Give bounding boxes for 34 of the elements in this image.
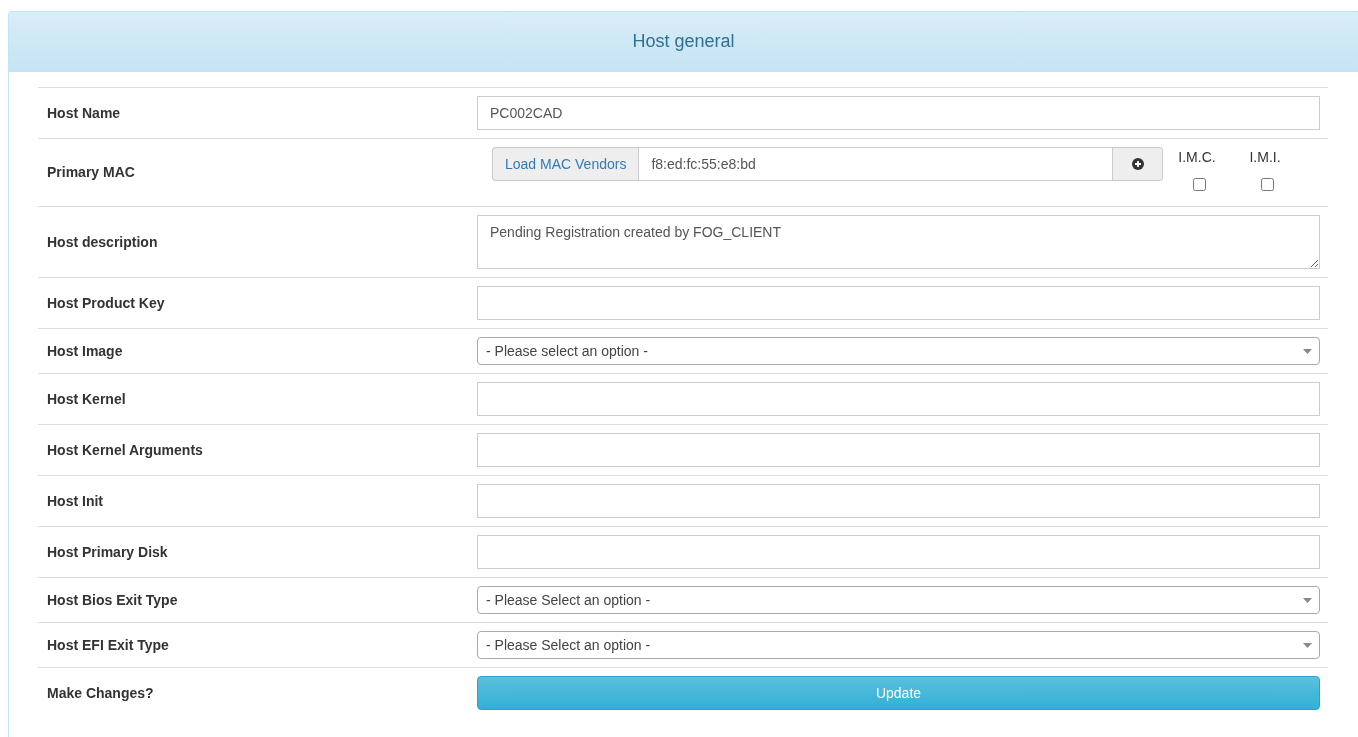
mac-field[interactable]: f8:ed:fc:55:e8:bd [638,147,1113,181]
text-field[interactable] [477,535,1320,569]
dropdown-field[interactable]: - Please Select an option - [477,631,1320,659]
dropdown-field[interactable]: - Please Select an option - [477,586,1320,614]
add-button[interactable] [1113,147,1163,181]
field-label: Host Primary Disk [47,543,168,560]
field-label: Primary MAC [47,164,135,180]
field-label: Host EFI Exit Type [47,636,169,653]
field-label: Host Bios Exit Type [47,591,178,608]
vendors-link-button[interactable]: Load MAC Vendors [492,147,639,181]
field-label: Host Product Key [47,294,165,311]
checkbox-label: I.M.I. [1249,148,1281,167]
field-label: Host Name [47,104,121,121]
field-label: Host Image [47,342,123,359]
caret-icon [1303,642,1312,648]
plus-circle-icon [1131,158,1144,170]
field-label: Host description [47,233,158,250]
text-area[interactable]: Pending Registration created by FOG_CLIENT [477,215,1320,269]
field-label: Host Kernel [47,390,126,407]
text-field[interactable]: PC002CAD [477,96,1320,130]
field-label: Make Changes? [47,684,154,701]
checkbox[interactable] [1260,178,1274,191]
caret-icon [1303,597,1312,603]
field-label: Host Kernel Arguments [47,441,203,458]
caret-icon [1303,348,1312,354]
text-field[interactable] [477,382,1320,416]
field-label: Host Init [47,492,103,509]
text-field[interactable] [477,286,1320,320]
checkbox-label: I.M.C. [1178,148,1216,167]
checkbox[interactable] [1192,178,1206,191]
panel-title: Host general [632,31,735,53]
text-field[interactable] [477,484,1320,518]
dropdown-field[interactable]: - Please select an option - [477,337,1320,365]
text-field[interactable] [477,433,1320,467]
